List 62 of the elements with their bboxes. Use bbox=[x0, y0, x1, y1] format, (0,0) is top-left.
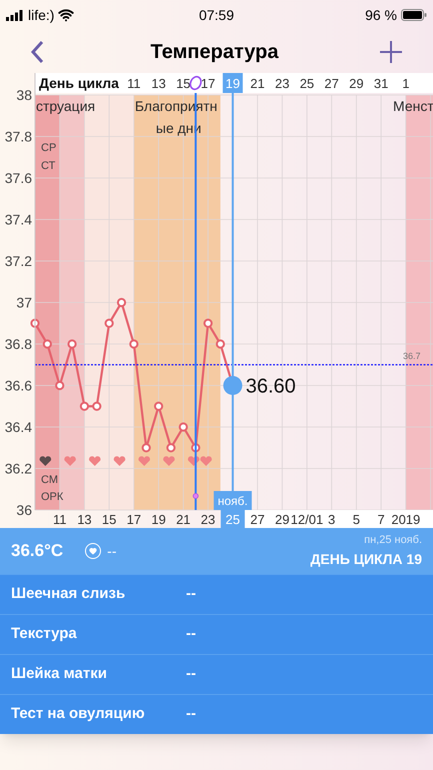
date-label[interactable]: 7 bbox=[377, 512, 385, 527]
selected-value: 36.60 bbox=[246, 376, 296, 398]
note-label: ОРК bbox=[41, 491, 64, 503]
date-label[interactable]: 3 bbox=[328, 512, 336, 527]
y-tick-label: 37 bbox=[16, 294, 32, 310]
cycle-day-label[interactable]: 17 bbox=[200, 76, 216, 91]
temperature-value: 36.6°C bbox=[11, 540, 64, 562]
month-badge: нояб. bbox=[214, 491, 252, 510]
y-tick-label: 37.6 bbox=[4, 170, 32, 186]
detail-label: Шеечная слизь bbox=[11, 584, 126, 604]
detail-label: Тест на овуляцию bbox=[11, 704, 146, 724]
battery-percent: 96 % bbox=[365, 6, 397, 24]
date-label[interactable]: 21 bbox=[176, 512, 191, 527]
y-tick-label: 36.4 bbox=[4, 419, 32, 435]
detail-value: -- bbox=[186, 664, 196, 684]
coverline-label: 36.7 bbox=[403, 350, 421, 361]
detail-value: -- bbox=[186, 624, 196, 644]
detail-value: -- bbox=[186, 584, 196, 604]
date-label[interactable]: 17 bbox=[126, 512, 142, 527]
date-label[interactable]: 27 bbox=[250, 512, 265, 527]
cycle-day-label[interactable]: 15 bbox=[176, 76, 191, 91]
mood-value: -- bbox=[107, 542, 116, 560]
cycle-day-label[interactable]: 21 bbox=[250, 76, 265, 91]
y-tick-label: 36.8 bbox=[4, 336, 32, 352]
cycle-day-label[interactable]: 25 bbox=[300, 76, 314, 91]
cycle-day-label[interactable]: 13 bbox=[151, 76, 166, 91]
cycle-day-label[interactable]: 11 bbox=[127, 76, 141, 91]
note-label: СР bbox=[41, 142, 56, 154]
note-label: СМ bbox=[41, 474, 58, 486]
date-text: пн,25 нояб. bbox=[364, 533, 422, 548]
date-label[interactable]: 2019 bbox=[391, 512, 420, 527]
date-label[interactable]: 29 bbox=[274, 512, 290, 527]
cycle-day-text: ДЕНЬ ЦИКЛА 19 bbox=[310, 550, 422, 569]
detail-value: -- bbox=[186, 704, 196, 724]
screen-title: Температура bbox=[150, 40, 278, 64]
cycle-day-label[interactable]: 31 bbox=[374, 76, 388, 91]
axis-title: День цикла bbox=[39, 75, 119, 91]
carrier-name: life:) bbox=[28, 6, 54, 25]
cycle-day-label[interactable]: 27 bbox=[324, 76, 339, 91]
y-tick-label: 37.4 bbox=[4, 212, 32, 228]
y-tick-label: 36 bbox=[16, 502, 32, 518]
date-label[interactable]: 15 bbox=[102, 512, 116, 527]
cycle-day-label[interactable]: 1 bbox=[402, 76, 410, 91]
note-label: СТ bbox=[41, 160, 56, 172]
y-tick-label: 36.6 bbox=[4, 378, 32, 394]
cycle-day-label[interactable]: 29 bbox=[349, 76, 364, 91]
y-tick-label: 36.2 bbox=[4, 460, 32, 476]
clock: 07:59 bbox=[198, 6, 234, 24]
detail-label: Текстура bbox=[11, 624, 78, 644]
date-label[interactable]: 13 bbox=[77, 512, 92, 527]
date-label[interactable]: 11 bbox=[52, 512, 66, 527]
date-label[interactable]: 5 bbox=[352, 512, 360, 527]
x-tick-label: 25 bbox=[226, 512, 240, 527]
band-label: струация bbox=[36, 98, 96, 114]
date-label[interactable]: 12/01 bbox=[290, 512, 324, 527]
date-label[interactable]: 23 bbox=[200, 512, 216, 527]
y-tick-label: 37.2 bbox=[4, 253, 32, 269]
y-tick-label: 37.8 bbox=[4, 128, 32, 144]
y-tick-label: 38 bbox=[16, 87, 32, 103]
cycle-day-label[interactable]: 23 bbox=[274, 76, 290, 91]
detail-label: Шейка матки bbox=[11, 664, 108, 684]
date-label[interactable]: 19 bbox=[151, 512, 166, 527]
